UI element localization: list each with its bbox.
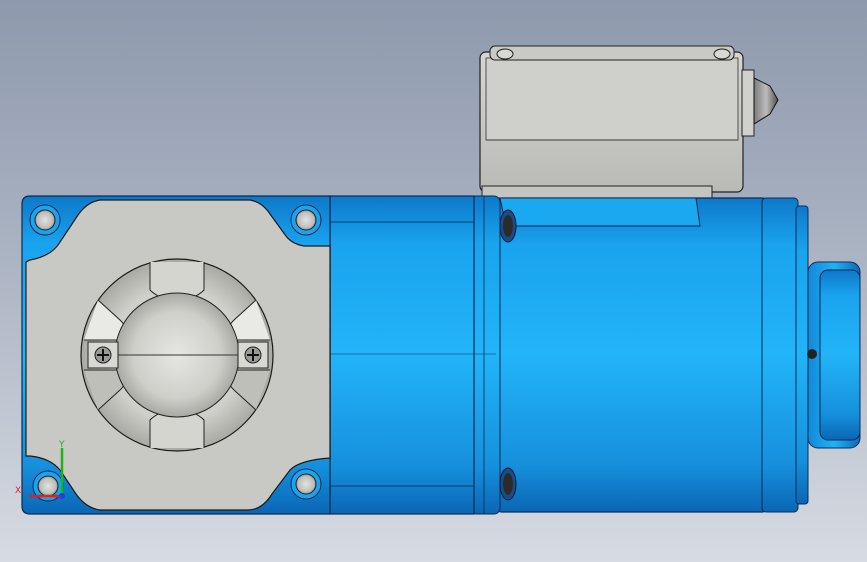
cap-screw-left [87, 341, 119, 369]
mount-hole-bottom-right [290, 468, 322, 500]
geared-motor-model[interactable] [0, 0, 867, 562]
gearbox-housing[interactable] [329, 195, 496, 515]
mount-hole-top-right [290, 204, 322, 236]
z-axis-icon [59, 493, 65, 499]
y-axis-label: Y [59, 440, 65, 450]
output-shaft-cap[interactable] [80, 258, 274, 452]
cad-viewport[interactable]: X Y [0, 0, 867, 562]
cable-gland [741, 69, 779, 137]
cap-screw-right [237, 341, 269, 369]
flange-screw-top [499, 209, 517, 243]
terminal-box[interactable] [479, 45, 779, 199]
x-axis-label: X [15, 486, 22, 496]
motor-body[interactable] [469, 195, 861, 515]
flange-screw-bottom [499, 467, 517, 501]
mount-hole-top-left [29, 204, 61, 236]
